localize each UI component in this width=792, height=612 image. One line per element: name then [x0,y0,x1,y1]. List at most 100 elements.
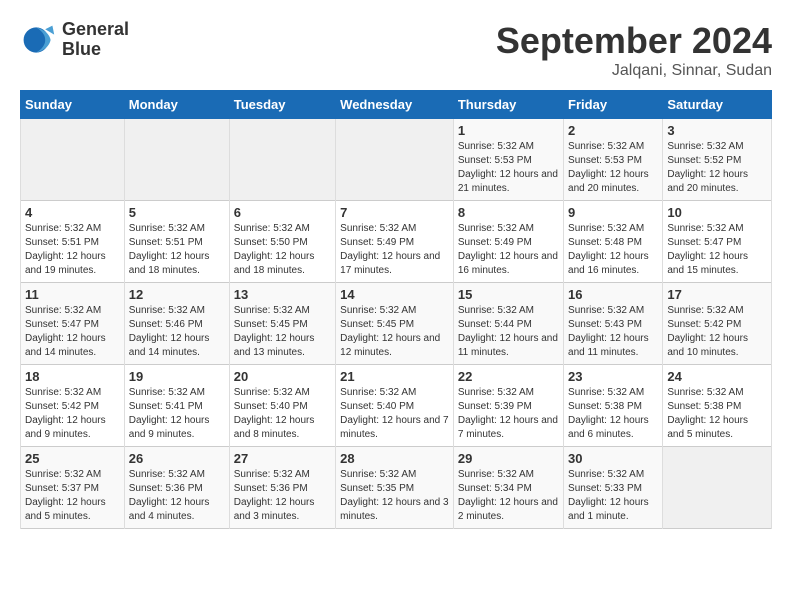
col-friday: Friday [564,91,663,119]
day-info: Sunrise: 5:32 AM Sunset: 5:40 PM Dayligh… [234,386,331,442]
col-tuesday: Tuesday [229,91,335,119]
calendar-cell: 27 Sunrise: 5:32 AM Sunset: 5:36 PM Dayl… [229,447,335,529]
day-number: 27 [234,451,331,466]
calendar-cell: 15 Sunrise: 5:32 AM Sunset: 5:44 PM Dayl… [453,283,563,365]
day-number: 30 [568,451,658,466]
day-number: 4 [25,205,120,220]
day-info: Sunrise: 5:32 AM Sunset: 5:37 PM Dayligh… [25,468,120,524]
day-info: Sunrise: 5:32 AM Sunset: 5:47 PM Dayligh… [25,304,120,360]
calendar-cell: 7 Sunrise: 5:32 AM Sunset: 5:49 PM Dayli… [336,201,454,283]
day-number: 14 [340,287,449,302]
day-info: Sunrise: 5:32 AM Sunset: 5:36 PM Dayligh… [129,468,225,524]
calendar-week-row: 18 Sunrise: 5:32 AM Sunset: 5:42 PM Dayl… [21,365,772,447]
day-number: 26 [129,451,225,466]
calendar-cell [229,119,335,201]
calendar-cell: 30 Sunrise: 5:32 AM Sunset: 5:33 PM Dayl… [564,447,663,529]
day-info: Sunrise: 5:32 AM Sunset: 5:39 PM Dayligh… [458,386,559,442]
day-number: 22 [458,369,559,384]
day-info: Sunrise: 5:32 AM Sunset: 5:40 PM Dayligh… [340,386,449,442]
month-title: September 2024 [496,20,772,62]
calendar-cell: 20 Sunrise: 5:32 AM Sunset: 5:40 PM Dayl… [229,365,335,447]
day-info: Sunrise: 5:32 AM Sunset: 5:51 PM Dayligh… [129,222,225,278]
day-info: Sunrise: 5:32 AM Sunset: 5:49 PM Dayligh… [340,222,449,278]
day-number: 21 [340,369,449,384]
calendar-cell: 19 Sunrise: 5:32 AM Sunset: 5:41 PM Dayl… [124,365,229,447]
calendar-cell: 12 Sunrise: 5:32 AM Sunset: 5:46 PM Dayl… [124,283,229,365]
logo: General Blue [20,20,129,60]
day-info: Sunrise: 5:32 AM Sunset: 5:48 PM Dayligh… [568,222,658,278]
calendar-cell [663,447,772,529]
day-info: Sunrise: 5:32 AM Sunset: 5:41 PM Dayligh… [129,386,225,442]
col-wednesday: Wednesday [336,91,454,119]
calendar-cell: 2 Sunrise: 5:32 AM Sunset: 5:53 PM Dayli… [564,119,663,201]
calendar-header-row: Sunday Monday Tuesday Wednesday Thursday… [21,91,772,119]
calendar-cell [124,119,229,201]
calendar-cell: 8 Sunrise: 5:32 AM Sunset: 5:49 PM Dayli… [453,201,563,283]
day-number: 28 [340,451,449,466]
day-info: Sunrise: 5:32 AM Sunset: 5:36 PM Dayligh… [234,468,331,524]
location-title: Jalqani, Sinnar, Sudan [496,62,772,80]
title-block: September 2024 Jalqani, Sinnar, Sudan [496,20,772,80]
calendar-table: Sunday Monday Tuesday Wednesday Thursday… [20,90,772,529]
calendar-cell [21,119,125,201]
calendar-cell: 21 Sunrise: 5:32 AM Sunset: 5:40 PM Dayl… [336,365,454,447]
calendar-cell: 18 Sunrise: 5:32 AM Sunset: 5:42 PM Dayl… [21,365,125,447]
calendar-cell: 11 Sunrise: 5:32 AM Sunset: 5:47 PM Dayl… [21,283,125,365]
day-info: Sunrise: 5:32 AM Sunset: 5:44 PM Dayligh… [458,304,559,360]
day-number: 25 [25,451,120,466]
logo-line1: General [62,20,129,40]
col-saturday: Saturday [663,91,772,119]
day-info: Sunrise: 5:32 AM Sunset: 5:49 PM Dayligh… [458,222,559,278]
day-info: Sunrise: 5:32 AM Sunset: 5:45 PM Dayligh… [340,304,449,360]
day-info: Sunrise: 5:32 AM Sunset: 5:38 PM Dayligh… [568,386,658,442]
calendar-cell: 24 Sunrise: 5:32 AM Sunset: 5:38 PM Dayl… [663,365,772,447]
logo-icon [20,22,56,58]
day-number: 18 [25,369,120,384]
day-number: 20 [234,369,331,384]
calendar-cell: 10 Sunrise: 5:32 AM Sunset: 5:47 PM Dayl… [663,201,772,283]
day-number: 8 [458,205,559,220]
day-number: 23 [568,369,658,384]
col-sunday: Sunday [21,91,125,119]
logo-line2: Blue [62,40,129,60]
calendar-cell: 22 Sunrise: 5:32 AM Sunset: 5:39 PM Dayl… [453,365,563,447]
calendar-cell: 13 Sunrise: 5:32 AM Sunset: 5:45 PM Dayl… [229,283,335,365]
calendar-cell: 17 Sunrise: 5:32 AM Sunset: 5:42 PM Dayl… [663,283,772,365]
day-number: 7 [340,205,449,220]
day-number: 11 [25,287,120,302]
calendar-cell: 25 Sunrise: 5:32 AM Sunset: 5:37 PM Dayl… [21,447,125,529]
day-info: Sunrise: 5:32 AM Sunset: 5:42 PM Dayligh… [25,386,120,442]
col-monday: Monday [124,91,229,119]
calendar-cell [336,119,454,201]
day-info: Sunrise: 5:32 AM Sunset: 5:35 PM Dayligh… [340,468,449,524]
day-info: Sunrise: 5:32 AM Sunset: 5:42 PM Dayligh… [667,304,767,360]
day-number: 12 [129,287,225,302]
day-number: 9 [568,205,658,220]
day-number: 16 [568,287,658,302]
day-info: Sunrise: 5:32 AM Sunset: 5:33 PM Dayligh… [568,468,658,524]
calendar-cell: 5 Sunrise: 5:32 AM Sunset: 5:51 PM Dayli… [124,201,229,283]
logo-text: General Blue [62,20,129,60]
day-info: Sunrise: 5:32 AM Sunset: 5:50 PM Dayligh… [234,222,331,278]
day-info: Sunrise: 5:32 AM Sunset: 5:34 PM Dayligh… [458,468,559,524]
day-number: 2 [568,123,658,138]
day-number: 1 [458,123,559,138]
day-info: Sunrise: 5:32 AM Sunset: 5:51 PM Dayligh… [25,222,120,278]
calendar-cell: 23 Sunrise: 5:32 AM Sunset: 5:38 PM Dayl… [564,365,663,447]
day-number: 29 [458,451,559,466]
day-info: Sunrise: 5:32 AM Sunset: 5:53 PM Dayligh… [458,140,559,196]
calendar-cell: 28 Sunrise: 5:32 AM Sunset: 5:35 PM Dayl… [336,447,454,529]
day-number: 6 [234,205,331,220]
day-info: Sunrise: 5:32 AM Sunset: 5:52 PM Dayligh… [667,140,767,196]
calendar-cell: 16 Sunrise: 5:32 AM Sunset: 5:43 PM Dayl… [564,283,663,365]
calendar-cell: 1 Sunrise: 5:32 AM Sunset: 5:53 PM Dayli… [453,119,563,201]
day-info: Sunrise: 5:32 AM Sunset: 5:47 PM Dayligh… [667,222,767,278]
day-info: Sunrise: 5:32 AM Sunset: 5:46 PM Dayligh… [129,304,225,360]
calendar-week-row: 11 Sunrise: 5:32 AM Sunset: 5:47 PM Dayl… [21,283,772,365]
calendar-week-row: 1 Sunrise: 5:32 AM Sunset: 5:53 PM Dayli… [21,119,772,201]
page-header: General Blue September 2024 Jalqani, Sin… [20,20,772,80]
day-number: 17 [667,287,767,302]
day-info: Sunrise: 5:32 AM Sunset: 5:38 PM Dayligh… [667,386,767,442]
day-number: 10 [667,205,767,220]
day-number: 5 [129,205,225,220]
